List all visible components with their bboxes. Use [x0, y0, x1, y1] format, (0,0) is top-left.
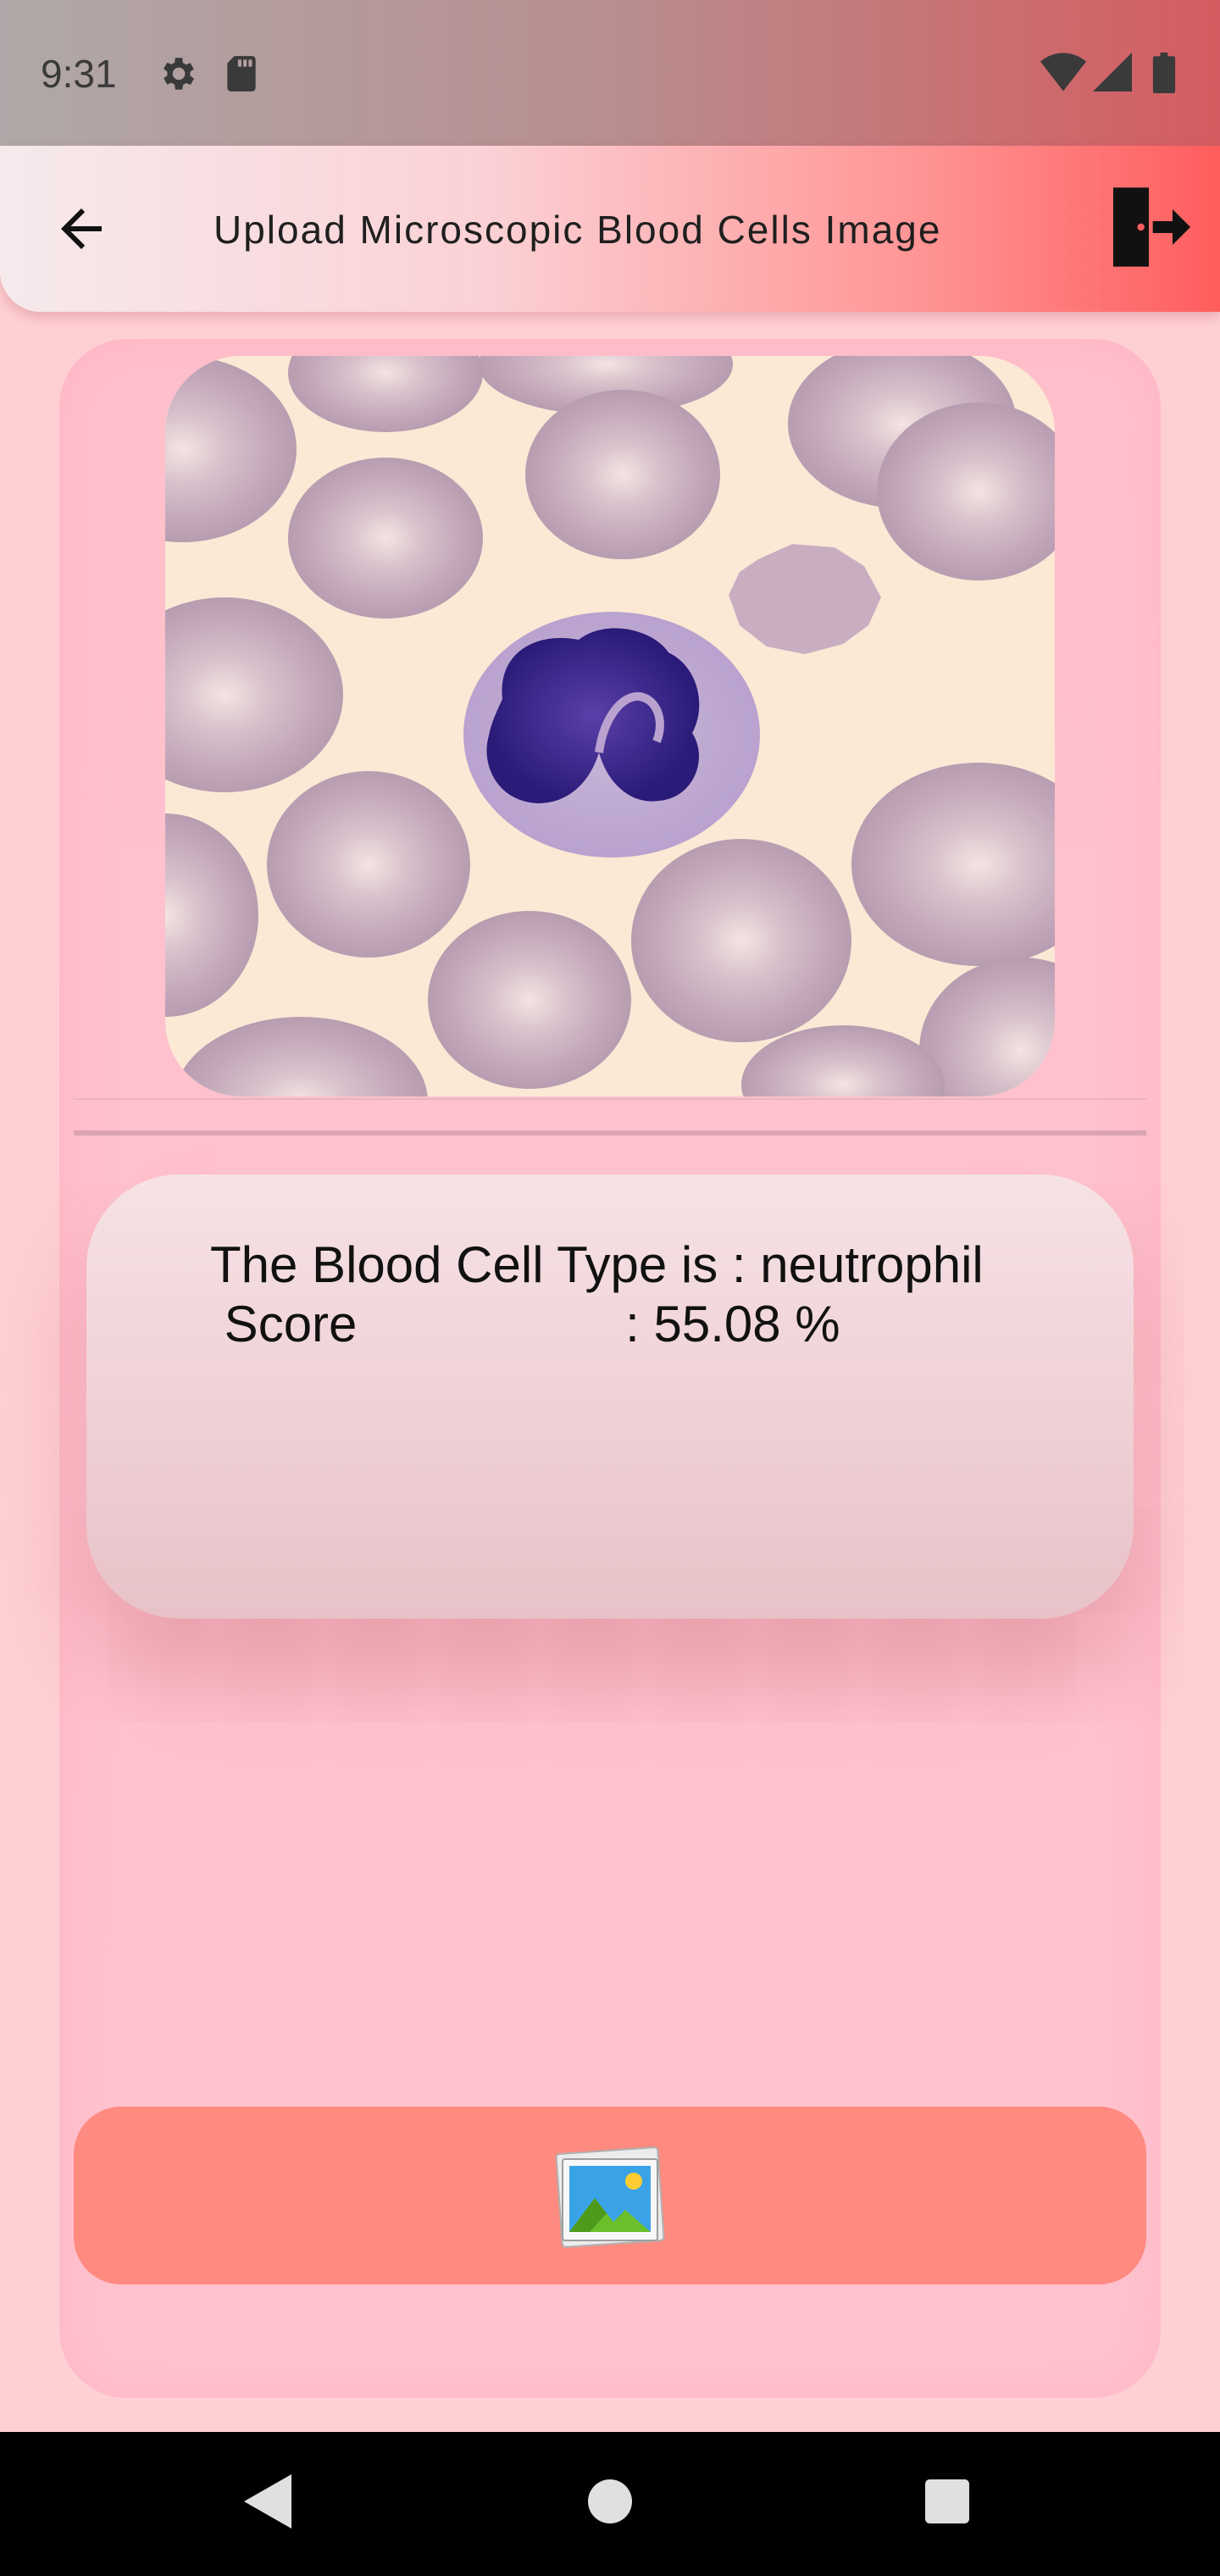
upload-image-button[interactable] — [74, 2107, 1146, 2285]
status-time: 9:31 — [41, 52, 117, 96]
nav-recents-button[interactable] — [925, 2479, 969, 2528]
score-result: Score : 55.08 % — [210, 1296, 840, 1352]
navigation-bar — [0, 2432, 1220, 2576]
logout-button[interactable] — [1101, 180, 1196, 275]
recents-nav-icon — [925, 2479, 969, 2523]
app-bar: Upload Microscopic Blood Cells Image — [0, 146, 1220, 312]
back-button[interactable] — [51, 198, 112, 259]
nav-home-button[interactable] — [588, 2479, 632, 2528]
arrow-back-icon — [61, 208, 102, 249]
wifi-icon — [1040, 53, 1086, 96]
battery-icon — [1152, 53, 1176, 97]
blood-cell-image — [165, 356, 1055, 1096]
cell-signal-icon — [1093, 53, 1132, 96]
cell-type-result: The Blood Cell Type is : neutrophil — [210, 1236, 984, 1293]
status-bar: 9:31 — [0, 0, 1220, 146]
divider — [74, 1098, 1146, 1100]
back-nav-icon — [244, 2474, 291, 2529]
settings-icon — [156, 53, 198, 99]
home-nav-icon — [588, 2479, 632, 2523]
logout-icon — [1113, 187, 1190, 267]
divider — [74, 1130, 1146, 1135]
sd-card-icon — [222, 53, 261, 99]
image-gallery-icon — [555, 2146, 665, 2248]
page-title: Upload Microscopic Blood Cells Image — [214, 208, 942, 252]
nav-back-button[interactable] — [244, 2474, 291, 2533]
result-box: The Blood Cell Type is : neutrophil Scor… — [86, 1174, 1134, 1618]
